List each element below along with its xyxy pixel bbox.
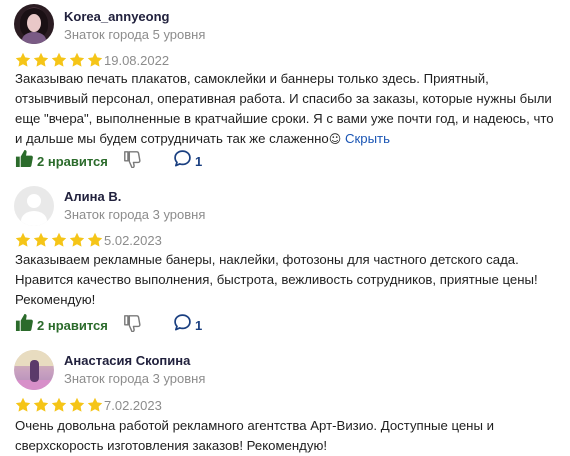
- comment-icon: [173, 149, 192, 173]
- author-name[interactable]: Алина В.: [64, 189, 121, 204]
- star-icon: [33, 397, 49, 412]
- star-icon: [51, 232, 67, 247]
- star-icon: [15, 232, 31, 247]
- comment-count: 1: [195, 317, 203, 333]
- comment-count: 1: [195, 153, 203, 169]
- review-date: 19.08.2022: [104, 53, 170, 68]
- thumbs-up-icon: [15, 149, 34, 173]
- thumbs-down-icon: [123, 151, 141, 172]
- star-icon: [33, 52, 49, 67]
- smile-emoji: ☺: [328, 132, 342, 146]
- comment-button[interactable]: 1: [173, 149, 202, 173]
- star-icon: [87, 397, 103, 412]
- like-count: 2 нравится: [37, 317, 108, 333]
- review-text: Заказываю печать плакатов, самоклейки и …: [15, 69, 555, 149]
- avatar[interactable]: [14, 350, 54, 390]
- comment-button[interactable]: 1: [173, 313, 202, 337]
- star-icon: [51, 397, 67, 412]
- review-body: Заказываю печать плакатов, самоклейки и …: [15, 71, 554, 146]
- star-icon: [87, 232, 103, 247]
- author-name[interactable]: Korea_annyeong: [64, 9, 169, 24]
- rating-stars: [15, 52, 103, 68]
- star-icon: [69, 232, 85, 247]
- dislike-button[interactable]: [123, 150, 141, 173]
- comment-icon: [173, 313, 192, 337]
- star-icon: [87, 52, 103, 67]
- review-date: 7.02.2023: [104, 398, 162, 413]
- author-level: Знаток города 3 уровня: [64, 371, 206, 386]
- avatar[interactable]: [14, 186, 54, 226]
- review-actions: 2 нравится 1: [15, 149, 315, 171]
- thumbs-up-icon: [15, 313, 34, 337]
- rating-stars: [15, 232, 103, 248]
- thumbs-down-icon: [123, 315, 141, 336]
- star-icon: [51, 52, 67, 67]
- review-actions: 2 нравится 1: [15, 313, 315, 335]
- star-icon: [69, 52, 85, 67]
- review-text: Заказываем рекламные банеры, наклейки, ф…: [15, 252, 538, 307]
- review-text: Очень довольна работой рекламного агентс…: [15, 418, 494, 453]
- star-icon: [15, 397, 31, 412]
- rating-stars: [15, 397, 103, 413]
- author-level: Знаток города 3 уровня: [64, 207, 206, 222]
- like-count: 2 нравится: [37, 153, 108, 169]
- author-level: Знаток города 5 уровня: [64, 27, 206, 42]
- avatar[interactable]: [14, 4, 54, 44]
- collapse-link[interactable]: Скрыть: [345, 131, 390, 146]
- like-button[interactable]: 2 нравится: [15, 313, 108, 337]
- star-icon: [33, 232, 49, 247]
- author-name[interactable]: Анастасия Скопина: [64, 353, 190, 368]
- review-date: 5.02.2023: [104, 233, 162, 248]
- like-button[interactable]: 2 нравится: [15, 149, 108, 173]
- star-icon: [69, 397, 85, 412]
- dislike-button[interactable]: [123, 314, 141, 337]
- star-icon: [15, 52, 31, 67]
